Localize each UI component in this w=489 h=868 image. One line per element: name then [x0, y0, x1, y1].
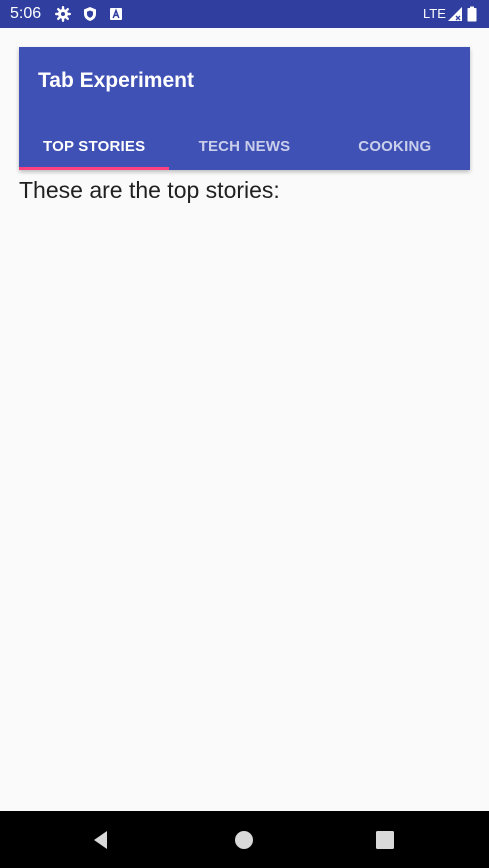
network-type: LTE: [423, 6, 446, 21]
status-time: 5:06: [10, 5, 42, 22]
a-box-icon: [110, 8, 122, 20]
shield-icon: [84, 7, 96, 21]
app-bar: Tab Experiment TOP STORIES TECH NEWS COO…: [19, 47, 470, 170]
navigation-bar: [0, 811, 489, 868]
tab-top-stories[interactable]: TOP STORIES: [19, 122, 170, 170]
tab-indicator: [19, 167, 170, 170]
tab-label: COOKING: [358, 137, 432, 155]
home-icon[interactable]: [229, 825, 259, 855]
tab-tech-news[interactable]: TECH NEWS: [169, 122, 319, 170]
back-icon[interactable]: [86, 825, 116, 855]
tab-bar: TOP STORIES TECH NEWS COOKING: [19, 122, 470, 170]
recents-icon[interactable]: [370, 825, 400, 855]
battery-icon: [467, 6, 477, 22]
tab-cooking[interactable]: COOKING: [320, 122, 470, 170]
gear-icon: [55, 6, 71, 22]
content-text: These are the top stories:: [19, 177, 280, 203]
app-title: Tab Experiment: [38, 69, 194, 92]
signal-icon: [448, 7, 462, 21]
status-bar: 5:06 LTE: [0, 0, 489, 28]
tab-label: TOP STORIES: [43, 137, 146, 155]
tab-label: TECH NEWS: [198, 137, 291, 155]
